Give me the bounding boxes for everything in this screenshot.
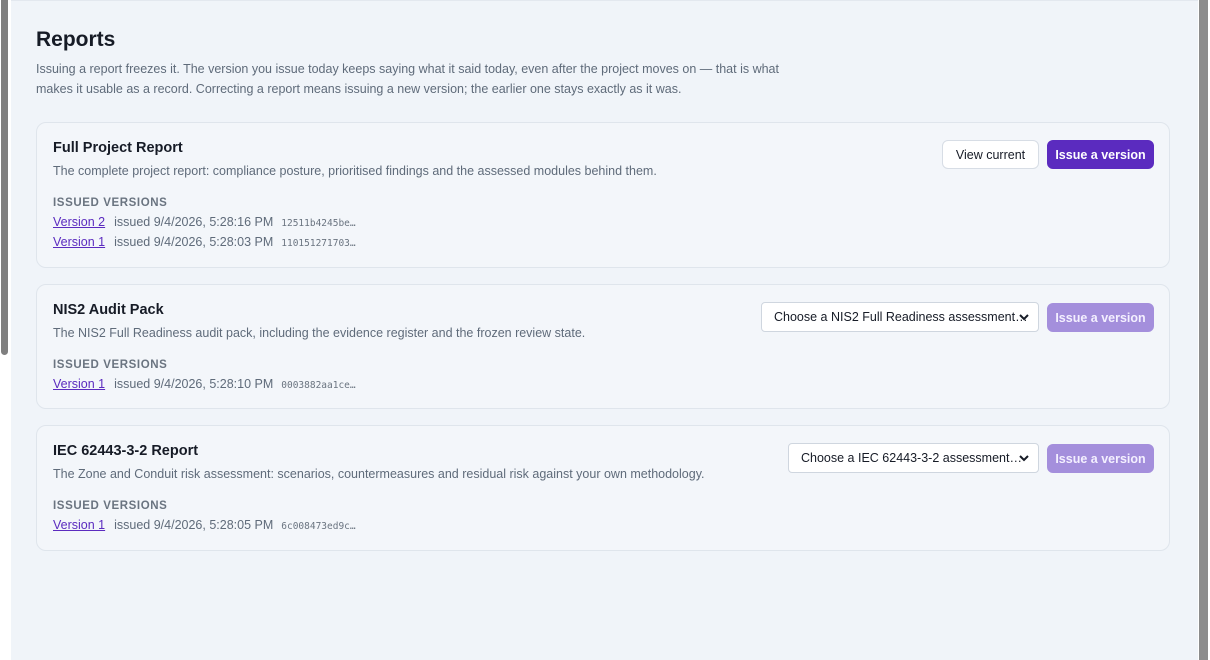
version-row: Version 1 issued 9/4/2026, 5:28:10 PM 00… bbox=[53, 377, 356, 395]
card-title: Full Project Report bbox=[53, 140, 183, 156]
right-scrollbar-thumb[interactable] bbox=[1199, 0, 1208, 660]
version-row: Version 1 issued 9/4/2026, 5:28:03 PM 11… bbox=[53, 235, 356, 253]
version-issued-timestamp: issued 9/4/2026, 5:28:16 PM bbox=[114, 215, 274, 229]
version-row: Version 2 issued 9/4/2026, 5:28:16 PM 12… bbox=[53, 215, 356, 233]
chevron-down-icon bbox=[1019, 455, 1029, 462]
version-hash: 0003882aa1ce… bbox=[281, 380, 356, 391]
issue-version-button[interactable]: Issue a version bbox=[1047, 303, 1154, 332]
nis2-assessment-select[interactable]: Choose a NIS2 Full Readiness assessment… bbox=[761, 302, 1039, 332]
version-hash: 110151271703… bbox=[281, 238, 356, 249]
view-current-button[interactable]: View current bbox=[942, 140, 1039, 169]
version-issued-timestamp: issued 9/4/2026, 5:28:10 PM bbox=[114, 377, 274, 391]
select-value: Choose a IEC 62443-3-2 assessment… bbox=[801, 451, 1022, 465]
reports-page: Reports Issuing a report freezes it. The… bbox=[11, 0, 1198, 660]
issued-versions-heading: ISSUED VERSIONS bbox=[53, 197, 168, 209]
left-scrollbar-thumb[interactable] bbox=[1, 0, 8, 355]
card-description: The Zone and Conduit risk assessment: sc… bbox=[53, 467, 705, 481]
version-hash: 12511b4245be… bbox=[281, 218, 356, 229]
page-description: Issuing a report freezes it. The version… bbox=[36, 62, 779, 96]
card-description: The NIS2 Full Readiness audit pack, incl… bbox=[53, 326, 586, 340]
card-title: IEC 62443-3-2 Report bbox=[53, 443, 199, 459]
card-description: The complete project report: compliance … bbox=[53, 164, 657, 178]
report-card-full-project: Full Project Report The complete project… bbox=[36, 122, 1170, 268]
version-issued-timestamp: issued 9/4/2026, 5:28:03 PM bbox=[114, 235, 274, 249]
issued-versions-heading: ISSUED VERSIONS bbox=[53, 500, 168, 512]
chevron-down-icon bbox=[1019, 314, 1029, 321]
version-link[interactable]: Version 1 bbox=[53, 518, 105, 532]
report-card-iec-62443: IEC 62443-3-2 Report The Zone and Condui… bbox=[36, 425, 1170, 551]
version-hash: 6c008473ed9c… bbox=[281, 521, 356, 532]
page-title: Reports bbox=[36, 28, 116, 51]
card-title: NIS2 Audit Pack bbox=[53, 302, 164, 318]
issue-version-button[interactable]: Issue a version bbox=[1047, 444, 1154, 473]
version-row: Version 1 issued 9/4/2026, 5:28:05 PM 6c… bbox=[53, 518, 356, 536]
issued-versions-heading: ISSUED VERSIONS bbox=[53, 359, 168, 371]
report-card-nis2-audit-pack: NIS2 Audit Pack The NIS2 Full Readiness … bbox=[36, 284, 1170, 409]
select-value: Choose a NIS2 Full Readiness assessment… bbox=[774, 310, 1028, 324]
version-link[interactable]: Version 1 bbox=[53, 235, 105, 249]
version-link[interactable]: Version 2 bbox=[53, 215, 105, 229]
version-link[interactable]: Version 1 bbox=[53, 377, 105, 391]
iec-assessment-select[interactable]: Choose a IEC 62443-3-2 assessment… bbox=[788, 443, 1039, 473]
version-issued-timestamp: issued 9/4/2026, 5:28:05 PM bbox=[114, 518, 274, 532]
issue-version-button[interactable]: Issue a version bbox=[1047, 140, 1154, 169]
